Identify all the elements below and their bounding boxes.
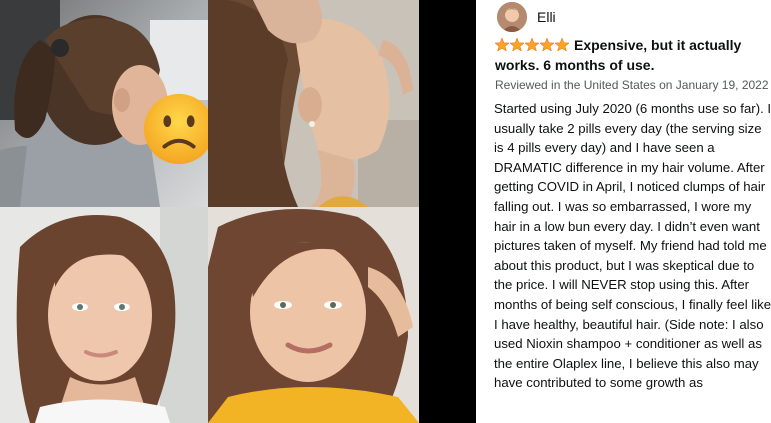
star-icon (510, 38, 524, 51)
review-date: Reviewed in the United States on January… (495, 78, 769, 92)
black-separator-bar (419, 0, 476, 423)
before-photo-side-profile (208, 0, 419, 207)
before-after-photo-collage (0, 0, 419, 423)
after-photo-front (0, 207, 208, 423)
before-photo-ponytail (0, 0, 208, 207)
star-icon (555, 38, 569, 51)
avatar[interactable] (497, 2, 527, 32)
review-body: Started using July 2020 (6 months use so… (494, 101, 771, 391)
review-title-row: Expensive, but it actually works. 6 mont… (495, 36, 767, 75)
frowning-face-emoji (143, 93, 208, 165)
customer-review: Elli Expensive, but it actually works. 6… (476, 0, 771, 423)
star-icon (525, 38, 539, 51)
star-rating[interactable] (495, 37, 570, 56)
star-icon (540, 38, 554, 51)
after-photo-smiling (208, 207, 419, 423)
reviewer-name[interactable]: Elli (537, 9, 556, 25)
reviewer-profile[interactable]: Elli (497, 2, 556, 32)
star-icon (495, 38, 509, 51)
